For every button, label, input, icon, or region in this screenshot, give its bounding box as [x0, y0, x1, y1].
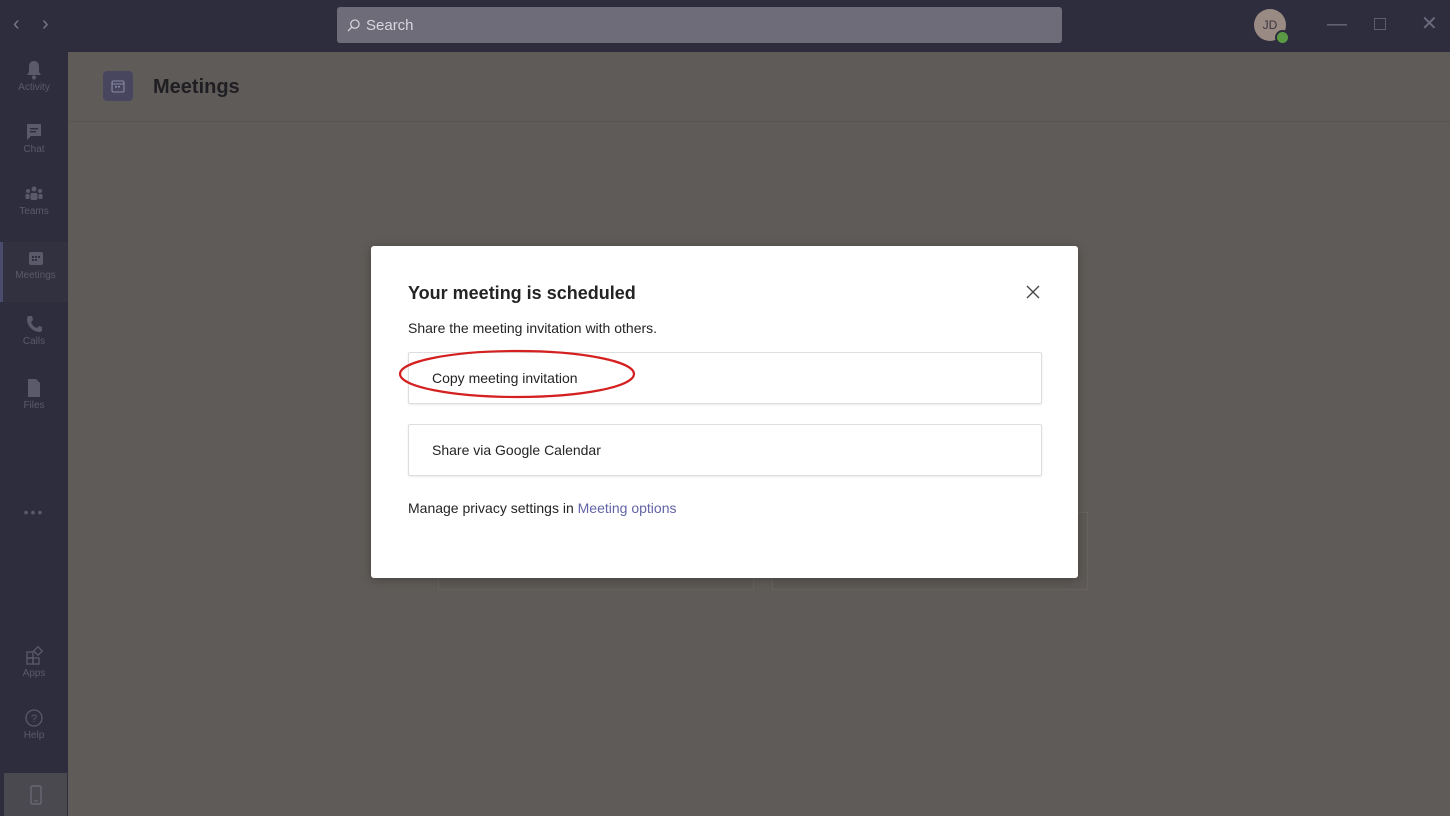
forward-icon[interactable]: ›	[42, 14, 49, 34]
help-icon: ?	[25, 709, 43, 727]
page-title: Meetings	[153, 76, 240, 98]
minimize-icon[interactable]: —	[1327, 12, 1347, 36]
dialog-title: Your meeting is scheduled	[408, 283, 636, 303]
rail-item-teams[interactable]: Teams	[0, 184, 68, 242]
privacy-text: Manage privacy settings in Meeting optio…	[408, 500, 676, 516]
more-apps-icon[interactable]: •••	[0, 504, 68, 520]
file-icon	[28, 379, 40, 397]
rail-item-meetings[interactable]: Meetings	[0, 242, 68, 302]
close-icon[interactable]	[1023, 282, 1043, 302]
search-input[interactable]: Search	[337, 7, 1062, 43]
avatar-initials: JD	[1262, 18, 1278, 32]
rail-label-files: Files	[23, 400, 45, 411]
dialog-subtitle: Share the meeting invitation with others…	[408, 320, 658, 336]
close-window-icon[interactable]: ✕	[1421, 12, 1438, 36]
bell-icon	[27, 61, 41, 80]
google-calendar-label: Share via Google Calendar	[432, 442, 601, 458]
back-icon[interactable]: ‹	[13, 14, 20, 34]
share-google-calendar-button[interactable]: Share via Google Calendar	[408, 424, 1042, 476]
meetings-badge	[103, 71, 133, 101]
title-bar: ‹ › Search JD — □ ✕	[0, 0, 1450, 52]
apps-icon	[26, 646, 43, 665]
rail-item-apps[interactable]: Apps	[0, 646, 68, 704]
copy-meeting-invitation-button[interactable]: Copy meeting invitation	[408, 352, 1042, 404]
phone-icon	[27, 316, 42, 332]
rail-label-activity: Activity	[18, 82, 50, 93]
maximize-icon[interactable]: □	[1374, 12, 1386, 36]
presence-status-icon	[1275, 30, 1290, 45]
rail-item-activity[interactable]: Activity	[0, 60, 68, 118]
search-icon	[347, 18, 360, 31]
search-placeholder: Search	[366, 16, 414, 34]
privacy-prefix: Manage privacy settings in	[408, 500, 578, 516]
copy-invitation-label: Copy meeting invitation	[432, 370, 578, 386]
rail-item-files[interactable]: Files	[0, 378, 68, 436]
teams-icon	[25, 186, 43, 200]
meeting-scheduled-dialog: Your meeting is scheduled Share the meet…	[371, 246, 1078, 578]
device-button[interactable]	[4, 773, 67, 816]
svg-text:?: ?	[31, 713, 37, 725]
rail-label-apps: Apps	[22, 668, 46, 679]
calendar-icon	[111, 80, 125, 93]
rail-label-meetings: Meetings	[15, 270, 56, 281]
meeting-options-link[interactable]: Meeting options	[578, 500, 677, 516]
chat-icon	[27, 124, 41, 140]
rail-label-help: Help	[23, 730, 45, 741]
rail-label-chat: Chat	[23, 144, 45, 155]
mobile-device-icon	[29, 784, 42, 805]
rail-label-teams: Teams	[19, 206, 49, 217]
app-rail: Activity Chat Teams Meetings Calls Files…	[0, 52, 68, 816]
page-header: Meetings	[68, 52, 1450, 122]
calendar-icon	[28, 252, 43, 265]
rail-item-calls[interactable]: Calls	[0, 314, 68, 372]
rail-item-help[interactable]: ? Help	[0, 708, 68, 766]
rail-item-chat[interactable]: Chat	[0, 122, 68, 180]
rail-label-calls: Calls	[22, 336, 46, 347]
